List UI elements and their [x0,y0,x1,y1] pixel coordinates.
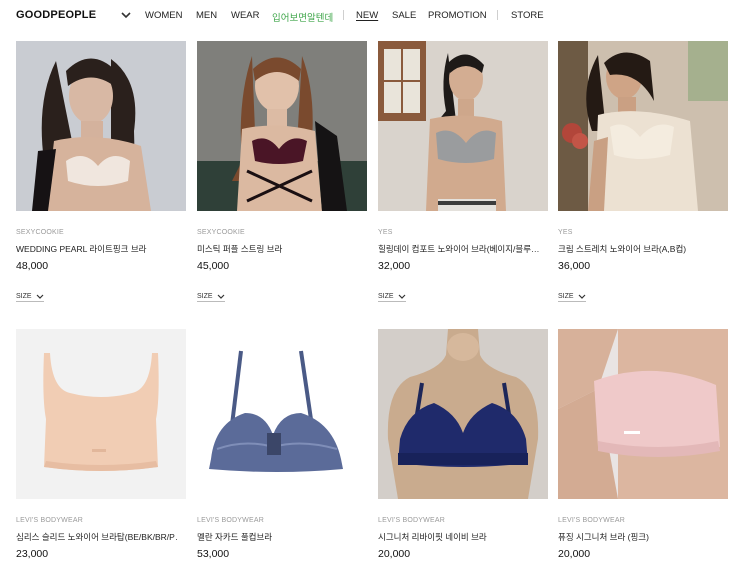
chevron-down-icon [36,294,43,299]
size-dropdown[interactable]: SIZE [16,293,44,302]
chevron-down-icon [578,294,585,299]
product-image[interactable] [197,329,367,499]
product-brand: YES [558,229,573,236]
product-price: 20,000 [378,548,411,560]
product-brand: LEVI'S BODYWEAR [378,517,445,524]
site-logo[interactable]: GOODPEOPLE [16,9,96,21]
product-price: 48,000 [16,260,49,272]
nav-promotion[interactable]: PROMOTION [428,10,487,21]
nav-women[interactable]: WOMEN [145,10,182,21]
product-brand: SEXYCOOKIE [16,229,64,236]
size-label: SIZE [16,293,32,300]
nav-sale[interactable]: SALE [392,10,416,21]
nav-wear[interactable]: WEAR [231,10,260,21]
nav-men[interactable]: MEN [196,10,217,21]
product-name[interactable]: WEDDING PEARL 라이트핑크 브라 [16,243,178,255]
product-brand: LEVI'S BODYWEAR [16,517,83,524]
product-name[interactable]: 멜란 자카드 풀컵브라 [197,531,359,543]
size-dropdown[interactable]: SIZE [558,293,586,302]
product-price: 20,000 [558,548,591,560]
product-price: 53,000 [197,548,230,560]
product-brand: LEVI'S BODYWEAR [558,517,625,524]
nav-new[interactable]: NEW [356,10,378,21]
product-price: 36,000 [558,260,591,272]
product-image[interactable] [558,41,728,211]
product-image[interactable] [378,41,548,211]
product-name[interactable]: 미스틱 퍼플 스트링 브라 [197,243,359,255]
size-label: SIZE [197,293,213,300]
size-dropdown[interactable]: SIZE [378,293,406,302]
product-image[interactable] [16,329,186,499]
chevron-down-icon [217,294,224,299]
chevron-down-icon[interactable] [120,9,132,21]
product-image[interactable] [197,41,367,211]
size-dropdown[interactable]: SIZE [197,293,225,302]
size-label: SIZE [378,293,394,300]
product-image[interactable] [558,329,728,499]
product-price: 23,000 [16,548,49,560]
product-name[interactable]: 힐링데이 컴포트 노와이어 브라(베이지/블루… [378,243,540,255]
nav-store[interactable]: STORE [511,10,544,21]
nav-divider [497,10,498,20]
product-image[interactable] [16,41,186,211]
product-brand: YES [378,229,393,236]
product-name[interactable]: 심리스 슬리드 노와이어 브라탑(BE/BK/BR/P… [16,531,178,543]
product-price: 32,000 [378,260,411,272]
product-name[interactable]: 퓨징 시그니처 브라 (핑크) [558,531,720,543]
size-label: SIZE [558,293,574,300]
product-name[interactable]: 크림 스트레치 노와이어 브라(A,B컵) [558,243,720,255]
nav-divider [343,10,344,20]
chevron-down-icon [398,294,405,299]
product-brand: SEXYCOOKIE [197,229,245,236]
top-navigation: GOODPEOPLE WOMEN MEN WEAR 입어보면알텐데 NEW SA… [0,0,743,32]
product-brand: LEVI'S BODYWEAR [197,517,264,524]
product-name[interactable]: 시그니처 리바이핏 네이비 브라 [378,531,540,543]
nav-try-on[interactable]: 입어보면알텐데 [272,10,333,24]
product-price: 45,000 [197,260,230,272]
product-image[interactable] [378,329,548,499]
